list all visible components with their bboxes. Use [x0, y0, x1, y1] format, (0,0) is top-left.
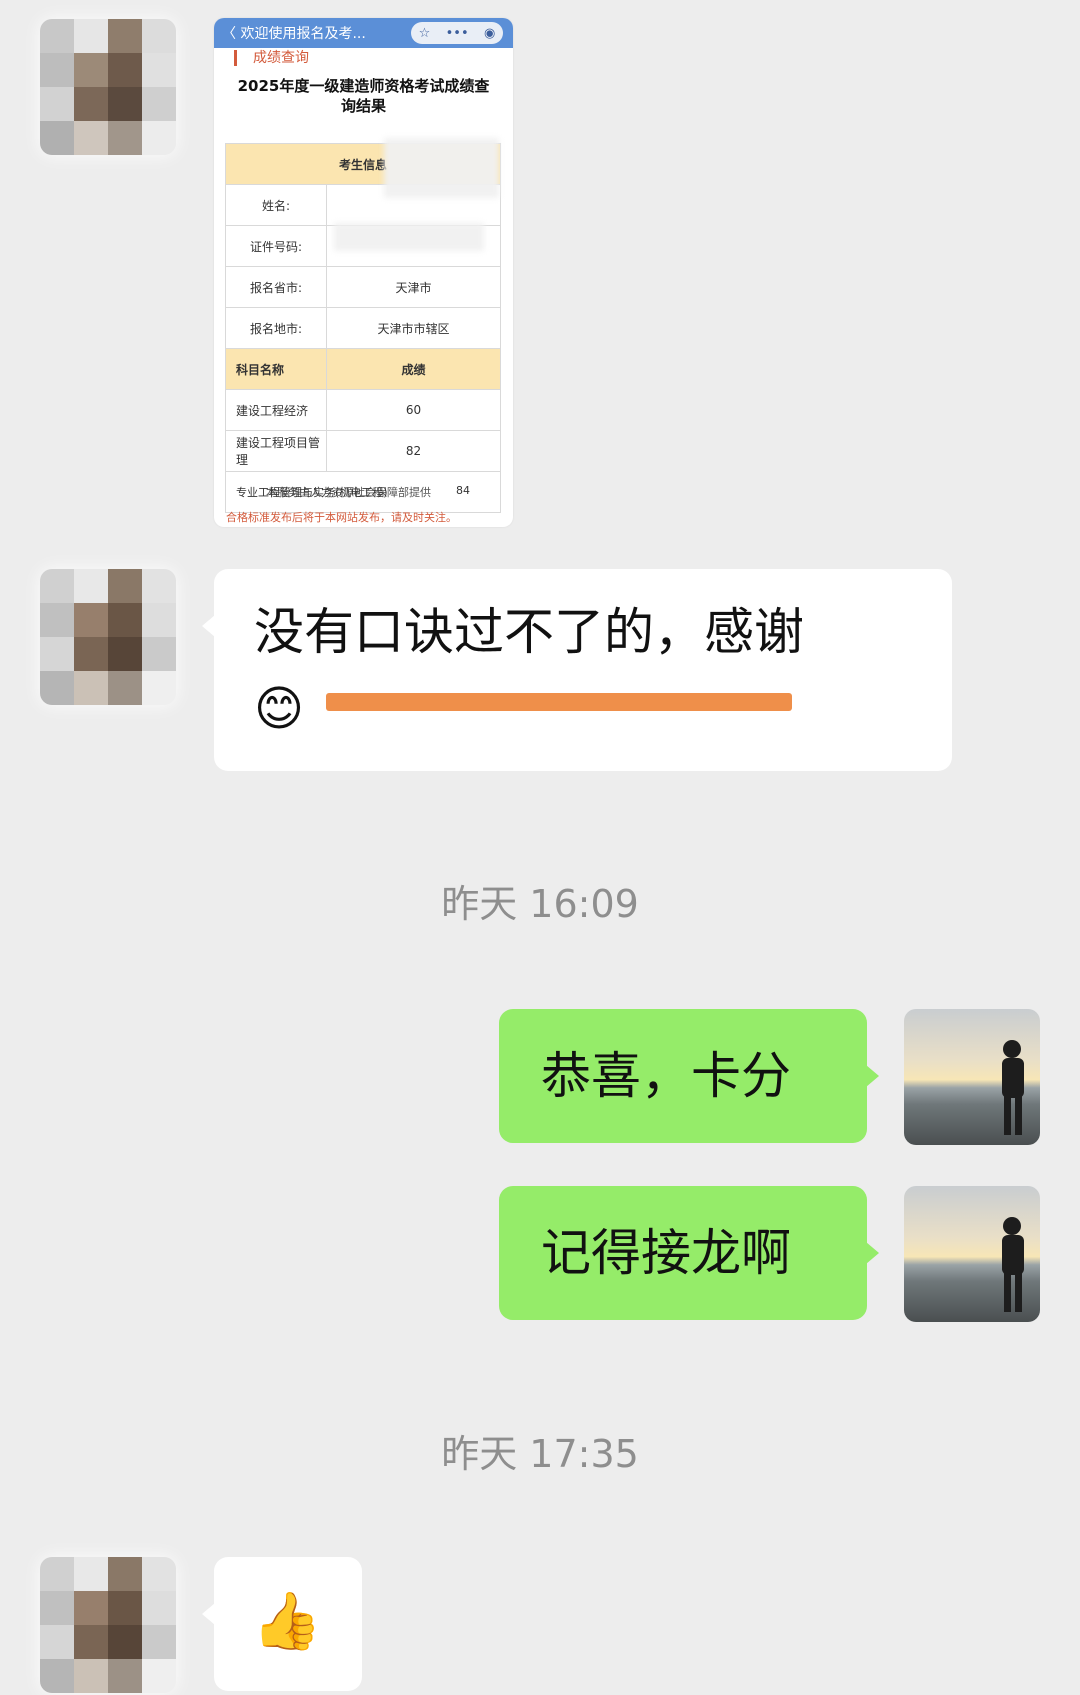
privacy-blur [334, 223, 484, 251]
section-title: 成绩查询 [234, 50, 513, 66]
table-row: 报名省市: 天津市 [225, 266, 501, 308]
screenshot-topbar: 〈 欢迎使用报名及考... ☆ ••• ◉ [214, 18, 513, 48]
result-heading: 2025年度一级建造师资格考试成绩查询结果 [237, 77, 490, 115]
message-text: 记得接龙啊 [541, 1224, 791, 1282]
silhouette-icon [1002, 1217, 1024, 1312]
screenshot-footer: 合格标准发布后将于本网站发布，请及时关注。 [226, 511, 457, 524]
message-text: 没有口诀过不了的，感谢 [254, 603, 804, 661]
table-row: 建设工程经济 60 [225, 389, 501, 431]
timestamp: 昨天 16:09 [441, 882, 639, 926]
star-icon: ☆ [418, 25, 431, 41]
more-icon: ••• [445, 25, 469, 41]
user-avatar[interactable] [904, 1009, 1040, 1145]
overlap-notice: 本服务由人力资源社会保障部提供 [266, 486, 431, 499]
redaction-bar [326, 693, 792, 711]
contact-avatar[interactable] [40, 569, 176, 705]
subject-score: 84 [456, 484, 470, 497]
message-text: 恭喜，卡分 [541, 1047, 791, 1105]
smile-emoji-icon: 😊 [254, 681, 305, 737]
silhouette-icon [1002, 1040, 1024, 1135]
user-avatar[interactable] [904, 1186, 1040, 1322]
score-screenshot-image[interactable]: 〈 欢迎使用报名及考... ☆ ••• ◉ 成绩查询 2025年度一级建造师资格… [214, 18, 513, 527]
score-header: 成绩 [326, 348, 501, 390]
capsule-menu: ☆ ••• ◉ [411, 22, 503, 44]
screenshot-title: 〈 欢迎使用报名及考... [222, 26, 366, 42]
table-row: 报名地市: 天津市市辖区 [225, 307, 501, 349]
timestamp: 昨天 17:35 [441, 1432, 639, 1476]
received-message-bubble[interactable]: 没有口诀过不了的，感谢 😊 [202, 569, 952, 771]
table-row: 建设工程项目管理 82 [225, 430, 501, 472]
contact-avatar[interactable] [40, 19, 176, 155]
received-message-bubble[interactable]: 👍 [202, 1557, 362, 1691]
table-row: 专业工程管理与实务(机电工程) 本服务由人力资源社会保障部提供 84 [225, 471, 501, 513]
subject-header: 科目名称 [225, 348, 327, 390]
contact-avatar[interactable] [40, 1557, 176, 1693]
sent-message-bubble[interactable]: 恭喜，卡分 [499, 1009, 879, 1143]
thumbs-up-icon: 👍 [252, 1589, 322, 1654]
privacy-blur [384, 138, 499, 198]
score-table: 考生信息 姓名: 证件号码: 报名省市: 天津市 报名地市: 天津市市辖区 科目名称… [225, 143, 501, 513]
sent-message-bubble[interactable]: 记得接龙啊 [499, 1186, 879, 1320]
record-icon: ◉ [483, 25, 496, 41]
